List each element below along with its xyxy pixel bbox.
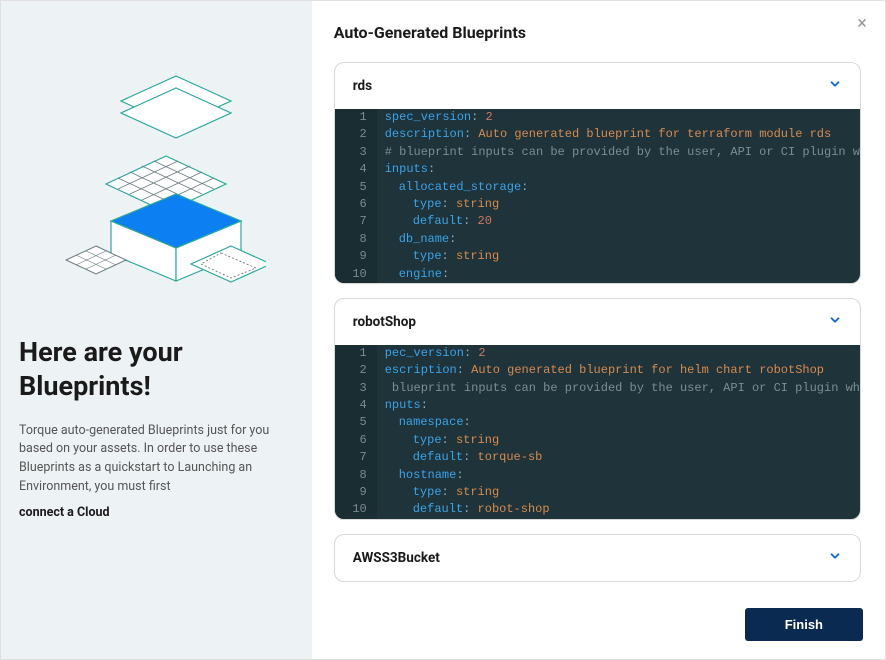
code-content: namespace:: [377, 414, 471, 431]
code-content: escription: Auto generated blueprint for…: [377, 362, 824, 379]
line-number: 3: [335, 380, 377, 397]
line-number: 5: [335, 179, 377, 196]
line-number: 6: [335, 432, 377, 449]
line-number: 10: [335, 501, 377, 518]
line-number: 7: [335, 449, 377, 466]
blueprint-name: rds: [353, 78, 372, 94]
code-content: db_name:: [377, 231, 457, 248]
code-line: 3 blueprint inputs can be provided by th…: [335, 380, 860, 397]
code-line: 10default: robot-shop: [335, 501, 860, 518]
code-content: default: 20: [377, 213, 492, 230]
blueprint-card: AWSS3Bucket: [334, 534, 861, 582]
modal-container: Here are your Blueprints! Torque auto-ge…: [1, 1, 885, 659]
code-line: 4nputs:: [335, 397, 860, 414]
code-content: inputs:: [377, 161, 435, 178]
line-number: 2: [335, 362, 377, 379]
heading-line1: Here are your: [19, 336, 183, 368]
left-panel: Here are your Blueprints! Torque auto-ge…: [1, 1, 312, 659]
footer: Finish: [334, 596, 863, 647]
blueprint-header[interactable]: AWSS3Bucket: [335, 535, 860, 581]
code-line: 3# blueprint inputs can be provided by t…: [335, 144, 860, 161]
blueprint-name: robotShop: [353, 314, 416, 330]
line-number: 4: [335, 397, 377, 414]
line-number: 8: [335, 467, 377, 484]
code-content: hostname:: [377, 467, 464, 484]
blueprint-header[interactable]: robotShop: [335, 299, 860, 345]
section-title: Auto-Generated Blueprints: [334, 23, 863, 42]
line-number: 3: [335, 144, 377, 161]
code-content: nputs:: [377, 397, 428, 414]
code-content: # blueprint inputs can be provided by th…: [377, 144, 860, 161]
code-content: type: string: [377, 432, 499, 449]
code-content: spec_version: 2: [377, 109, 493, 126]
code-content: type: string: [377, 484, 499, 501]
code-line: 6type: string: [335, 432, 860, 449]
code-block: 1pec_version: 22escription: Auto generat…: [335, 345, 860, 519]
code-line: 10engine:: [335, 266, 860, 283]
blueprint-illustration: [46, 46, 266, 306]
line-number: 9: [335, 484, 377, 501]
code-content: default: robot-shop: [377, 501, 550, 518]
blueprints-list: rds1spec_version: 22description: Auto ge…: [334, 62, 863, 596]
code-line: 1pec_version: 2: [335, 345, 860, 362]
blueprint-card: robotShop 1pec_version: 22escription: Aut…: [334, 298, 861, 520]
code-content: allocated_storage:: [377, 179, 529, 196]
heading-line2: Blueprints!: [19, 370, 151, 402]
left-description: Torque auto-generated Blueprints just fo…: [19, 422, 294, 497]
code-line: 9type: string: [335, 248, 860, 265]
code-content: pec_version: 2: [377, 345, 486, 362]
code-line: 7default: torque-sb: [335, 449, 860, 466]
code-content: type: string: [377, 196, 499, 213]
blueprint-header[interactable]: rds: [335, 63, 860, 109]
blueprint-name: AWSS3Bucket: [353, 550, 440, 566]
code-content: type: string: [377, 248, 499, 265]
right-panel: × Auto-Generated Blueprints rds1spec_ver…: [312, 1, 885, 659]
code-line: 7default: 20: [335, 213, 860, 230]
code-content: default: torque-sb: [377, 449, 543, 466]
line-number: 10: [335, 266, 377, 283]
finish-button[interactable]: Finish: [745, 608, 863, 641]
line-number: 4: [335, 161, 377, 178]
left-heading: Here are your Blueprints!: [19, 336, 294, 404]
code-line: 5allocated_storage:: [335, 179, 860, 196]
line-number: 9: [335, 248, 377, 265]
line-number: 2: [335, 126, 377, 143]
close-icon[interactable]: ×: [853, 15, 871, 33]
code-line: 2description: Auto generated blueprint f…: [335, 126, 860, 143]
line-number: 5: [335, 414, 377, 431]
code-line: 8db_name:: [335, 231, 860, 248]
code-content: engine:: [377, 266, 449, 283]
code-line: 5namespace:: [335, 414, 860, 431]
line-number: 1: [335, 109, 377, 126]
chevron-down-icon[interactable]: [828, 77, 842, 95]
connect-cloud-link[interactable]: connect a Cloud: [19, 505, 294, 520]
code-line: 1spec_version: 2: [335, 109, 860, 126]
line-number: 8: [335, 231, 377, 248]
code-content: blueprint inputs can be provided by the …: [377, 380, 860, 397]
code-block: 1spec_version: 22description: Auto gener…: [335, 109, 860, 283]
code-line: 9type: string: [335, 484, 860, 501]
blueprint-card: rds 1spec_version: 22description: Auto ge…: [334, 62, 861, 284]
code-line: 4inputs:: [335, 161, 860, 178]
chevron-down-icon[interactable]: [828, 313, 842, 331]
line-number: 1: [335, 345, 377, 362]
code-line: 8hostname:: [335, 467, 860, 484]
code-line: 2escription: Auto generated blueprint fo…: [335, 362, 860, 379]
line-number: 6: [335, 196, 377, 213]
code-line: 6type: string: [335, 196, 860, 213]
chevron-down-icon[interactable]: [828, 549, 842, 567]
code-content: description: Auto generated blueprint fo…: [377, 126, 831, 143]
line-number: 7: [335, 213, 377, 230]
